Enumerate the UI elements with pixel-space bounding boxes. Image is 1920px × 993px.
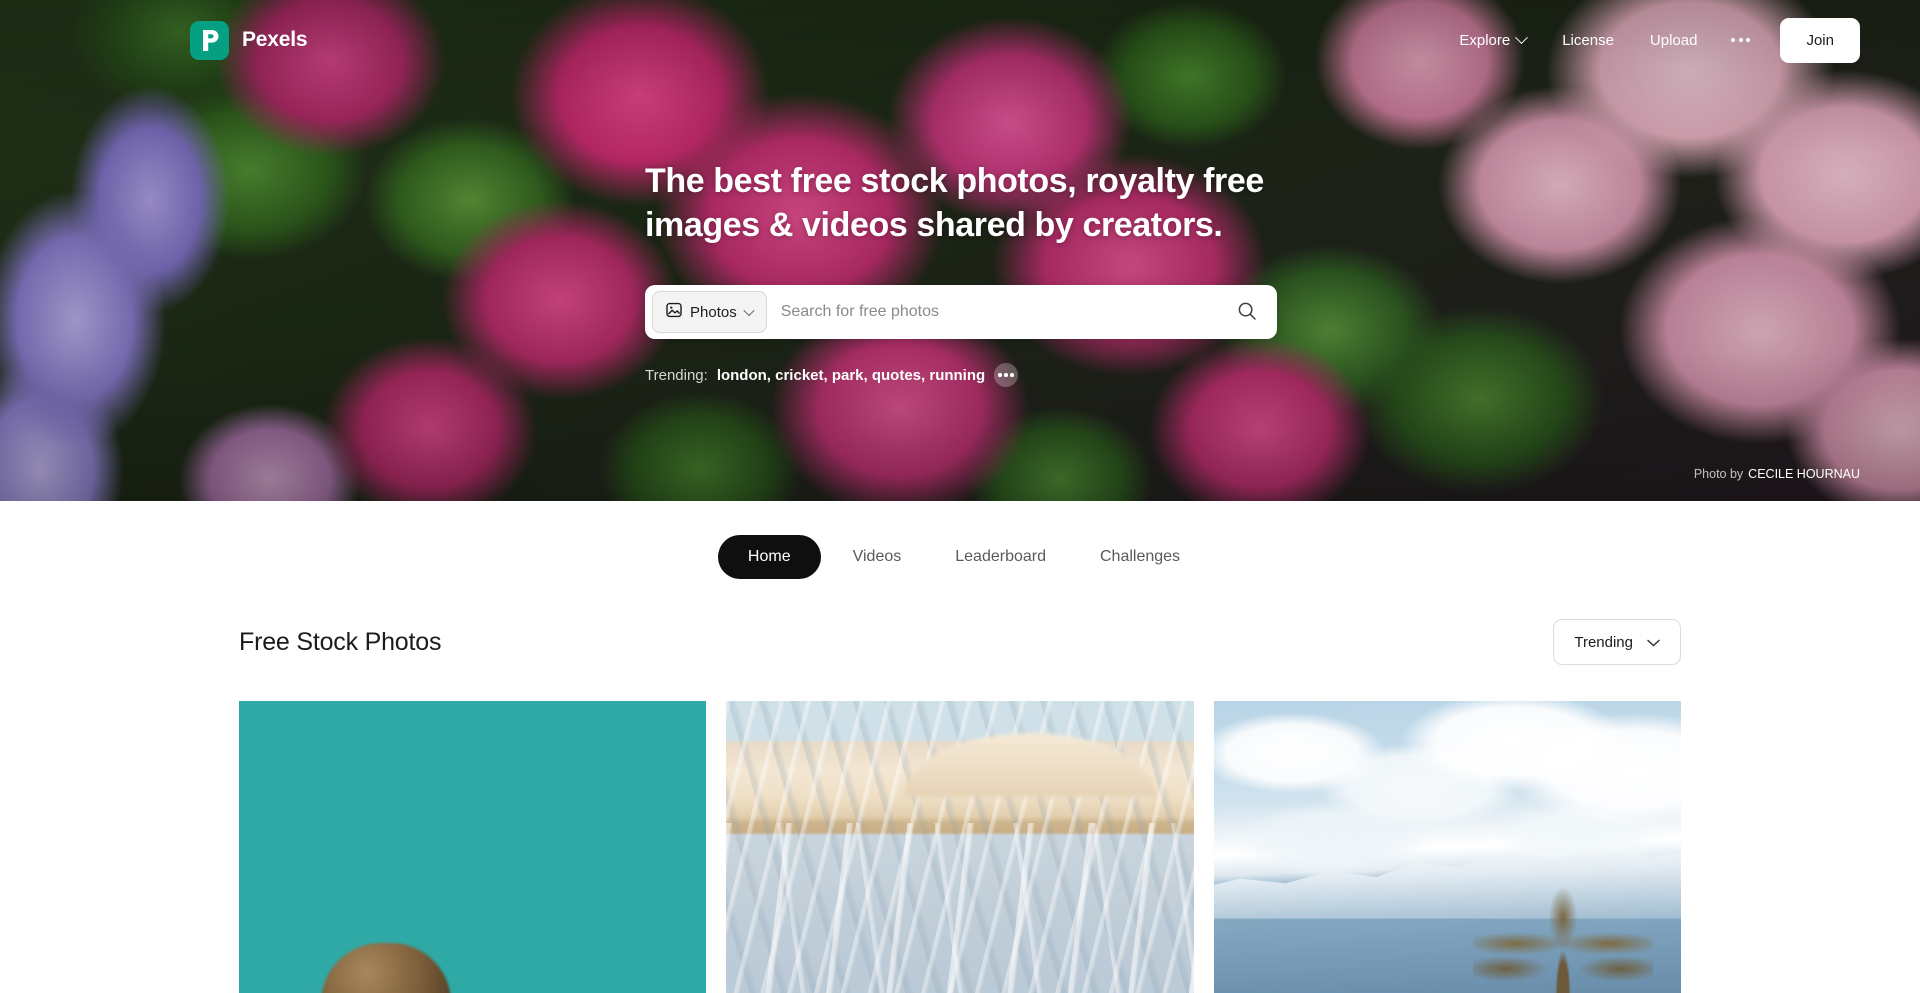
nav-item-upload[interactable]: Upload (1632, 22, 1716, 59)
photo-credit: Photo by CECILE HOURNAU (1694, 467, 1860, 481)
more-menu-ellipsis-icon[interactable] (1715, 26, 1766, 54)
trending-more-ellipsis-icon[interactable] (994, 363, 1019, 388)
search-icon (1237, 301, 1257, 324)
tab-leaderboard[interactable]: Leaderboard (933, 535, 1068, 579)
image-icon (666, 302, 682, 323)
dot (1731, 38, 1736, 42)
photo-credit-prefix: Photo by (1693, 467, 1744, 481)
primary-nav: Explore License Upload Join (1441, 17, 1860, 63)
section-header: Free Stock Photos Trending (0, 619, 1920, 665)
search-input[interactable] (766, 303, 1225, 322)
photo-thumbnail-mountains (1213, 701, 1681, 993)
photo-thumbnail-dunes (726, 701, 1194, 993)
dot (1746, 38, 1751, 42)
chevron-down-icon (1647, 634, 1660, 651)
search-bar: Photos (645, 285, 1277, 340)
nav-item-explore-label: Explore (1459, 31, 1511, 49)
brand-logo-link[interactable]: Pexels (190, 20, 308, 60)
photo-card[interactable] (1213, 701, 1681, 993)
nav-item-explore[interactable]: Explore (1441, 22, 1544, 59)
nav-item-license[interactable]: License (1544, 22, 1632, 59)
photo-credit-author[interactable]: CECILE HOURNAU (1748, 467, 1860, 481)
hero-banner: Pexels Explore License Upload Join The b… (0, 0, 1920, 501)
trending-terms[interactable]: london, cricket, park, quotes, running (717, 367, 985, 384)
sort-dropdown-label: Trending (1574, 633, 1633, 651)
photo-card[interactable] (726, 701, 1194, 993)
top-navigation-bar: Pexels Explore License Upload Join (0, 0, 1920, 80)
chevron-down-icon (1515, 30, 1529, 44)
sort-dropdown-button[interactable]: Trending (1553, 619, 1681, 665)
photo-card[interactable] (239, 701, 707, 993)
hero-headline: The best free stock photos, royalty free… (645, 162, 1264, 244)
dot (1738, 38, 1743, 42)
search-type-dropdown[interactable]: Photos (652, 291, 767, 334)
search-submit-button[interactable] (1225, 291, 1269, 333)
dot (1010, 373, 1014, 377)
content-tabs: Home Videos Leaderboard Challenges (0, 535, 1920, 579)
tab-home[interactable]: Home (717, 535, 821, 579)
trending-searches: Trending: london, cricket, park, quotes,… (645, 363, 1019, 388)
trending-label: Trending: (645, 366, 708, 384)
tab-videos[interactable]: Videos (831, 535, 924, 579)
photo-thumbnail-ocean (239, 701, 707, 993)
chevron-down-icon (743, 304, 755, 317)
page-title: Free Stock Photos (239, 627, 442, 656)
main-content: Home Videos Leaderboard Challenges Free … (0, 501, 1920, 993)
tab-challenges[interactable]: Challenges (1078, 535, 1202, 579)
search-type-label: Photos (690, 303, 737, 321)
dot (998, 373, 1002, 377)
join-button[interactable]: Join (1780, 17, 1860, 63)
photo-grid (0, 701, 1920, 993)
brand-name: Pexels (242, 28, 308, 51)
pexels-p-logo-icon (190, 20, 229, 60)
dot (1004, 373, 1008, 377)
